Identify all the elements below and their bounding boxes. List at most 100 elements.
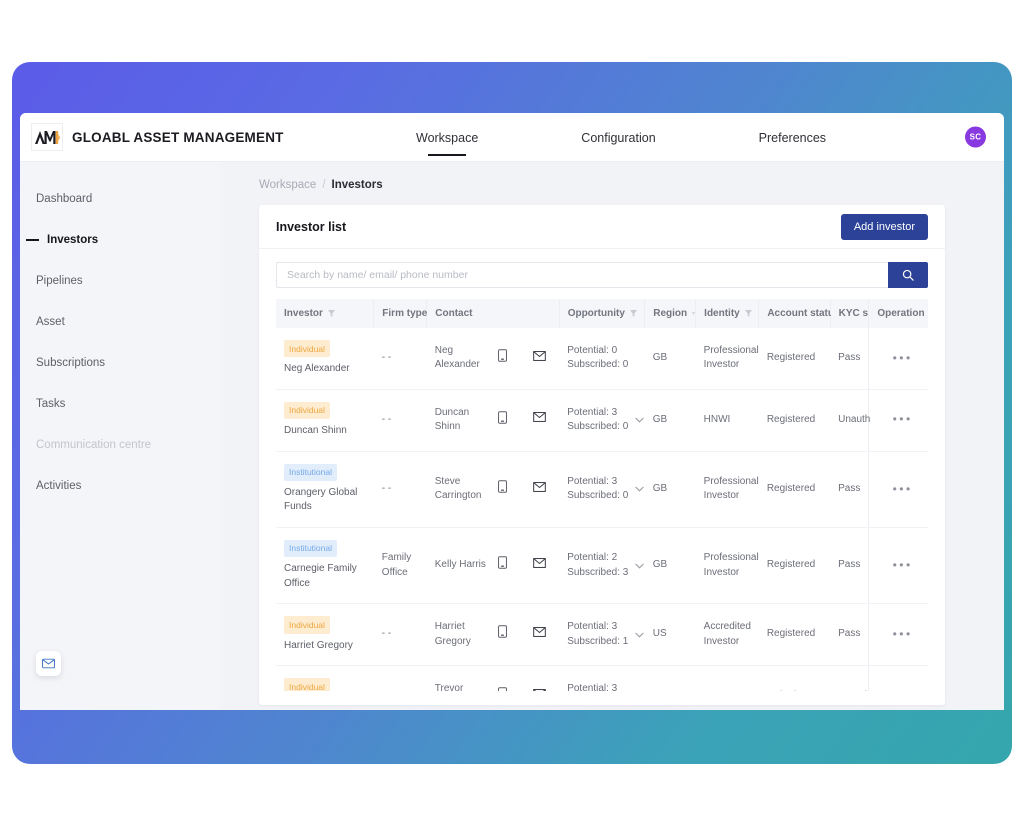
phone-icon[interactable] <box>497 411 507 430</box>
row-actions-button[interactable]: ••• <box>893 689 913 691</box>
cell-identity: Professional Investor <box>695 451 759 528</box>
column-header-investor[interactable]: Investor <box>276 299 375 328</box>
row-actions-button[interactable]: ••• <box>893 351 913 365</box>
filter-icon[interactable] <box>744 310 752 317</box>
table-row[interactable]: Individual Harriet Gregory - - Harriet G… <box>276 603 928 667</box>
mail-icon[interactable] <box>532 350 546 367</box>
column-header-operation: Operation <box>868 299 928 328</box>
filter-icon[interactable] <box>629 310 637 317</box>
phone-icon[interactable] <box>497 556 507 575</box>
table-header-row: Investor Firm type Contact Opportunity R… <box>276 299 928 328</box>
sidebar-item-communication-centre: Communication centre <box>20 431 220 459</box>
cell-firm-type: - - <box>373 328 427 390</box>
column-label: Opportunity <box>567 308 625 319</box>
breadcrumb-root[interactable]: Workspace <box>259 179 316 191</box>
cell-phone <box>489 527 525 605</box>
chevron-down-icon[interactable] <box>635 563 644 569</box>
cell-contact: Steve Carrington <box>426 451 490 528</box>
column-header-opportunity[interactable]: Opportunity <box>559 299 646 328</box>
cell-identity: Professional Investor <box>695 527 759 605</box>
cell-account-status: Registered <box>758 451 831 528</box>
mail-icon[interactable] <box>532 557 546 574</box>
phone-icon[interactable] <box>497 625 507 644</box>
mail-icon[interactable] <box>532 481 546 498</box>
phone-icon[interactable] <box>497 687 507 691</box>
filter-icon[interactable] <box>327 310 335 317</box>
kyc-value: Pass <box>838 483 861 495</box>
phone-icon[interactable] <box>497 349 507 368</box>
sidebar-item-label: Tasks <box>36 398 66 410</box>
status-badge: Institutional <box>284 463 337 481</box>
cell-identity: - - <box>695 665 759 691</box>
search-button[interactable] <box>888 262 928 288</box>
breadcrumb-separator: / <box>322 179 326 191</box>
investor-table: Investor Firm type Contact Opportunity R… <box>276 299 928 691</box>
tab-configuration[interactable]: Configuration <box>571 113 665 162</box>
tab-preferences-label: Preferences <box>758 130 827 145</box>
sidebar-item-subscriptions[interactable]: Subscriptions <box>20 349 220 377</box>
cell-email <box>524 665 560 691</box>
sidebar-item-activities[interactable]: Activities <box>20 472 220 500</box>
cell-account-status: Registered <box>758 389 831 452</box>
row-actions-button[interactable]: ••• <box>893 412 913 426</box>
tab-configuration-label: Configuration <box>581 130 656 145</box>
chevron-down-icon[interactable] <box>635 486 644 492</box>
table-row[interactable]: Individual Neg Alexander - - Neg Alexand… <box>276 328 928 390</box>
body-area: Dashboard Investors Pipelines Asset Subs… <box>20 162 1004 710</box>
mail-icon[interactable] <box>532 626 546 643</box>
table-row[interactable]: Individual Trevor Keller - - Trevor Kell… <box>276 665 928 691</box>
table-row[interactable]: Institutional Orangery Global Funds - - … <box>276 451 928 528</box>
cell-operation: ••• <box>868 389 928 452</box>
row-actions-button[interactable]: ••• <box>893 627 913 641</box>
sidebar-item-investors[interactable]: Investors <box>20 226 220 254</box>
column-header-firm-type: Firm type <box>373 299 427 328</box>
sidebar-item-label: Dashboard <box>36 193 93 205</box>
chevron-down-icon[interactable] <box>635 632 644 638</box>
tab-workspace[interactable]: Workspace <box>406 113 488 162</box>
breadcrumb-current: Investors <box>331 179 383 191</box>
chevron-down-icon[interactable] <box>635 417 644 423</box>
table-scroll-area[interactable]: Investor Firm type Contact Opportunity R… <box>259 299 945 691</box>
opportunity-subscribed: Subscribed: 0 <box>567 359 629 371</box>
opportunity-potential: Potential: 0 <box>567 344 618 356</box>
top-bar: GLOABL ASSET MANAGEMENT Workspace Config… <box>20 113 1004 162</box>
cell-operation: ••• <box>868 451 928 528</box>
investor-name: Carnegie Family Office <box>284 563 357 589</box>
mail-icon[interactable] <box>532 688 546 691</box>
table-row[interactable]: Institutional Carnegie Family Office Fam… <box>276 527 928 605</box>
sidebar-item-pipelines[interactable]: Pipelines <box>20 267 220 295</box>
row-actions-button[interactable]: ••• <box>893 558 913 572</box>
sidebar-item-label: Subscriptions <box>36 357 106 369</box>
opportunity-potential: Potential: 3 <box>567 475 618 487</box>
kyc-value: Pass <box>838 559 861 571</box>
cell-kyc-status: Pass <box>830 527 869 605</box>
phone-icon[interactable] <box>497 480 507 499</box>
status-badge: Individual <box>284 340 330 358</box>
cell-firm-type: Family Office <box>373 527 427 605</box>
opportunity-potential: Potential: 3 <box>567 621 618 633</box>
column-header-identity[interactable]: Identity <box>695 299 760 328</box>
column-label: Contact <box>435 308 473 319</box>
table-row[interactable]: Individual Duncan Shinn - - Duncan Shinn <box>276 389 928 452</box>
kyc-value: Pass <box>838 628 861 640</box>
mail-icon[interactable] <box>532 412 546 428</box>
cell-identity: HNWI <box>695 389 759 452</box>
search-input[interactable] <box>276 262 888 288</box>
avatar[interactable]: SC <box>965 126 986 148</box>
cell-account-status: Registered <box>758 603 831 667</box>
opportunity-subscribed: Subscribed: 1 <box>567 635 629 647</box>
mail-fab-button[interactable] <box>36 651 61 676</box>
add-investor-button[interactable]: Add investor <box>840 213 928 240</box>
tab-preferences[interactable]: Preferences <box>749 113 836 162</box>
column-header-region[interactable]: Region <box>644 299 697 328</box>
sidebar-item-dashboard[interactable]: Dashboard <box>20 185 220 213</box>
tab-workspace-label: Workspace <box>416 130 479 145</box>
row-actions-button[interactable]: ••• <box>893 482 913 496</box>
sidebar-item-label: Pipelines <box>36 275 83 287</box>
cell-firm-type: - - <box>373 665 427 691</box>
brand-logo-icon <box>35 130 60 144</box>
sidebar-item-asset[interactable]: Asset <box>20 308 220 336</box>
sidebar-item-tasks[interactable]: Tasks <box>20 390 220 418</box>
status-badge: Individual <box>284 678 330 691</box>
column-header-account-status[interactable]: Account status <box>758 299 840 328</box>
